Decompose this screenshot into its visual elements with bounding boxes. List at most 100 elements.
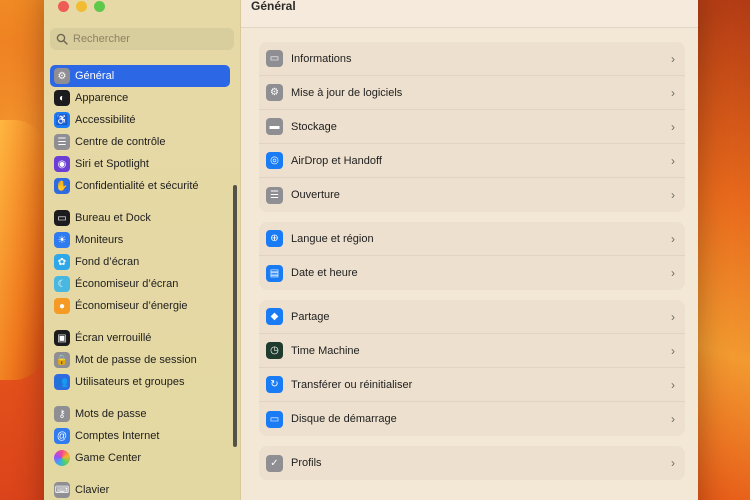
- sidebar-item-label: Moniteurs: [75, 234, 124, 246]
- settings-row-label: Time Machine: [291, 344, 360, 357]
- chevron-right-icon: ›: [671, 119, 675, 134]
- sidebar-group: ⚷ Mots de passe @ Comptes Internet Game Cent…: [50, 403, 230, 469]
- wallpaper-fold-right: [698, 0, 750, 500]
- system-settings-window: ⚙ Général ◐ Apparence ♿ Accessibilité ☰ Centre …: [44, 0, 698, 500]
- sidebar-item-label: Bureau et Dock: [75, 212, 151, 224]
- sidebar-item-apparence[interactable]: ◐ Apparence: [50, 87, 230, 109]
- sidebar-item-label: Général: [75, 70, 115, 82]
- sidebar-group: ⚙ Général ◐ Apparence ♿ Accessibilité ☰ Centre …: [50, 65, 230, 197]
- sidebar-item-centre-de-controle[interactable]: ☰ Centre de contrôle: [50, 131, 230, 153]
- sidebar-item-mots-de-passe[interactable]: ⚷ Mots de passe: [50, 403, 230, 425]
- lock-screen-icon: ▣: [54, 330, 70, 346]
- sidebar-item-accessibilite[interactable]: ♿ Accessibilité: [50, 109, 230, 131]
- settings-row-label: Langue et région: [291, 232, 374, 245]
- minimize-button[interactable]: [76, 1, 87, 12]
- sidebar-item-label: Apparence: [75, 92, 129, 104]
- calendar-clock-icon: ▤: [266, 264, 283, 282]
- game-center-icon: [54, 450, 70, 466]
- sidebar-group: ▭ Bureau et Dock ☀ Moniteurs ✿ Fond d’écran ☾ É…: [50, 207, 230, 317]
- settings-row-label: Partage: [291, 310, 330, 323]
- sidebar-item-label: Siri et Spotlight: [75, 158, 149, 170]
- airdrop-icon: ◎: [266, 152, 283, 169]
- time-machine-icon: ◷: [266, 342, 283, 359]
- siri-icon: ◉: [54, 156, 70, 172]
- startup-disk-icon: ▭: [266, 410, 283, 428]
- dock-icon: ▭: [54, 210, 70, 226]
- sidebar-item-utilisateurs-et-groupes[interactable]: 👥 Utilisateurs et groupes: [50, 371, 230, 393]
- close-button[interactable]: [58, 1, 69, 12]
- globe-icon: ⊕: [266, 230, 283, 247]
- settings-group: ▭ Informations › ⚙ Mise à jour de logiciels ›…: [259, 42, 685, 212]
- chevron-right-icon: ›: [671, 231, 675, 246]
- gear-icon: ⚙: [54, 68, 70, 84]
- settings-row-stockage[interactable]: ▬ Stockage ›: [259, 110, 685, 144]
- sidebar-group: ⌨ Clavier: [50, 479, 230, 500]
- sidebar-item-label: Mots de passe: [75, 408, 147, 420]
- sidebar-item-label: Économiseur d’écran: [75, 278, 179, 290]
- settings-group: ◆ Partage › ◷ Time Machine › ↻ Transférer ou ré…: [259, 300, 685, 436]
- sidebar-item-clavier[interactable]: ⌨ Clavier: [50, 479, 230, 500]
- login-items-icon: ☰: [266, 186, 283, 204]
- settings-row-label: Profils: [291, 457, 322, 469]
- window-controls: [58, 1, 105, 12]
- sidebar-item-comptes-internet[interactable]: @ Comptes Internet: [50, 425, 230, 447]
- settings-row-label: Date et heure: [291, 267, 358, 279]
- sidebar-item-confidentialite-et-securite[interactable]: ✋ Confidentialité et sécurité: [50, 175, 230, 197]
- sidebar-item-label: Mot de passe de session: [75, 354, 197, 366]
- storage-icon: ▬: [266, 118, 283, 135]
- chevron-right-icon: ›: [671, 412, 675, 426]
- chevron-right-icon: ›: [671, 51, 675, 66]
- key-icon: ⚷: [54, 406, 70, 422]
- sidebar-scrollbar[interactable]: [233, 185, 237, 447]
- settings-row-informations[interactable]: ▭ Informations ›: [259, 42, 685, 76]
- reset-icon: ↻: [266, 376, 283, 393]
- sidebar-item-ecran-verrouille[interactable]: ▣ Écran verrouillé: [50, 327, 230, 349]
- chevron-right-icon: ›: [671, 377, 675, 392]
- settings-list: ▭ Informations › ⚙ Mise à jour de logiciels ›…: [259, 42, 685, 490]
- settings-row-label: Informations: [291, 52, 352, 65]
- sidebar-item-general[interactable]: ⚙ Général: [50, 65, 230, 87]
- settings-row-label: AirDrop et Handoff: [291, 154, 382, 167]
- sidebar-item-label: Fond d’écran: [75, 256, 140, 268]
- sidebar-item-bureau-et-dock[interactable]: ▭ Bureau et Dock: [50, 207, 230, 229]
- settings-group: ⊕ Langue et région › ▤ Date et heure ›: [259, 222, 685, 290]
- search-input[interactable]: [73, 33, 223, 45]
- accessibility-icon: ♿: [54, 112, 70, 128]
- zoom-button[interactable]: [94, 1, 105, 12]
- sidebar-item-mot-de-passe-de-session[interactable]: 🔒 Mot de passe de session: [50, 349, 230, 371]
- sidebar-item-fond-d-ecran[interactable]: ✿ Fond d’écran: [50, 251, 230, 273]
- chevron-right-icon: ›: [671, 188, 675, 202]
- settings-row-partage[interactable]: ◆ Partage ›: [259, 300, 685, 334]
- chevron-right-icon: ›: [671, 85, 675, 100]
- settings-row-disque-de-demarrage[interactable]: ▭ Disque de démarrage ›: [259, 402, 685, 436]
- display-icon: ☀: [54, 232, 70, 248]
- sidebar-item-economiseur-d-energie[interactable]: ● Économiseur d’énergie: [50, 295, 230, 317]
- energy-bulb-icon: ●: [54, 298, 70, 314]
- settings-row-mise-a-jour-de-logiciels[interactable]: ⚙ Mise à jour de logiciels ›: [259, 76, 685, 110]
- sidebar-group: ▣ Écran verrouillé 🔒 Mot de passe de sessio…: [50, 327, 230, 393]
- users-icon: 👥: [54, 374, 70, 390]
- lock-icon: 🔒: [54, 352, 70, 368]
- search-field[interactable]: [50, 28, 234, 50]
- settings-row-label: Stockage: [291, 120, 337, 133]
- sidebar-item-economiseur-d-ecran[interactable]: ☾ Économiseur d’écran: [50, 273, 230, 295]
- sidebar-item-moniteurs[interactable]: ☀ Moniteurs: [50, 229, 230, 251]
- settings-row-label: Mise à jour de logiciels: [291, 86, 403, 99]
- settings-row-date-et-heure[interactable]: ▤ Date et heure ›: [259, 256, 685, 290]
- settings-row-ouverture[interactable]: ☰ Ouverture ›: [259, 178, 685, 212]
- sidebar-item-game-center[interactable]: Game Center: [50, 447, 230, 469]
- settings-row-profils[interactable]: ✓ Profils ›: [259, 446, 685, 480]
- main-pane: Général ▭ Informations › ⚙ Mise à jour de lo…: [241, 0, 698, 500]
- settings-row-time-machine[interactable]: ◷ Time Machine ›: [259, 334, 685, 368]
- sidebar-item-label: Accessibilité: [75, 114, 136, 126]
- chevron-right-icon: ›: [671, 309, 675, 324]
- sidebar-nav: ⚙ Général ◐ Apparence ♿ Accessibilité ☰ Centre …: [50, 65, 230, 500]
- sidebar-item-siri-et-spotlight[interactable]: ◉ Siri et Spotlight: [50, 153, 230, 175]
- settings-row-transferer-ou-reinitialiser[interactable]: ↻ Transférer ou réinitialiser ›: [259, 368, 685, 402]
- sharing-icon: ◆: [266, 308, 283, 325]
- privacy-hand-icon: ✋: [54, 178, 70, 194]
- settings-group: ✓ Profils ›: [259, 446, 685, 480]
- settings-row-airdrop-et-handoff[interactable]: ◎ AirDrop et Handoff ›: [259, 144, 685, 178]
- profiles-check-icon: ✓: [266, 454, 283, 472]
- settings-row-langue-et-region[interactable]: ⊕ Langue et région ›: [259, 222, 685, 256]
